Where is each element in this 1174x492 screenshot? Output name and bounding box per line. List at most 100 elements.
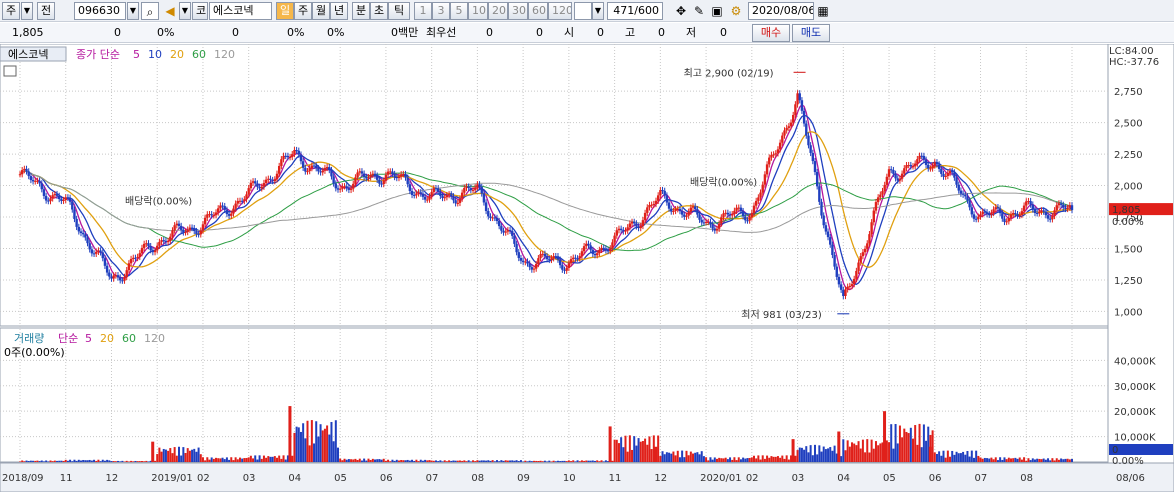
candle-body	[715, 228, 719, 231]
current-volume-label: 0	[1112, 445, 1118, 456]
volume-bar	[1057, 459, 1060, 462]
speaker-icon[interactable]: ◀	[161, 2, 179, 20]
volume-bar	[476, 460, 479, 462]
stock-code-input[interactable]: 096630	[74, 2, 126, 20]
volume-bar	[384, 460, 387, 462]
save-icon[interactable]: ▣	[708, 2, 726, 20]
period-tick-button[interactable]: 틱	[388, 2, 410, 20]
interval-120-button[interactable]: 120	[548, 2, 572, 20]
interval-60-button[interactable]: 60	[528, 2, 548, 20]
code-dropdown-icon[interactable]: ▼	[127, 2, 139, 20]
volume-bar	[528, 460, 531, 462]
candle-body	[532, 268, 536, 270]
period-second-button[interactable]: 초	[370, 2, 388, 20]
volume-bar	[572, 460, 575, 462]
candle-body	[985, 212, 989, 215]
period-day-button[interactable]: 일	[276, 2, 294, 20]
volume-bar	[210, 457, 213, 462]
candle-body	[86, 237, 89, 244]
interval-1-button[interactable]: 1	[414, 2, 432, 20]
candle-body	[693, 206, 697, 210]
period-year-button[interactable]: 년	[330, 2, 348, 20]
volume-bar	[103, 460, 106, 462]
volume-bar	[389, 461, 392, 462]
candle-body	[876, 197, 880, 203]
period-minute-button[interactable]: 분	[352, 2, 370, 20]
candle-body	[717, 223, 721, 229]
candle-body	[293, 150, 296, 155]
price-legend-name: 에스코넥	[8, 48, 48, 61]
candle-body	[1022, 205, 1026, 212]
chart-area[interactable]: 2018/09 11 12 2019/01 02 03 04 05 06 07 08 09 10 11 12…	[0, 44, 1174, 492]
volume-bar	[530, 461, 533, 462]
interval-30-button[interactable]: 30	[508, 2, 528, 20]
candle-body	[434, 188, 438, 190]
candle-body	[920, 155, 923, 157]
date-input[interactable]: 2020/08/06	[748, 2, 814, 20]
candle-body	[530, 267, 534, 270]
volume-bar	[428, 460, 431, 462]
interval-dropdown-icon[interactable]: ▼	[592, 2, 604, 20]
volume-bar	[750, 457, 753, 462]
tools-icon[interactable]: ✎	[690, 2, 708, 20]
volume-bar	[114, 461, 117, 462]
period-selector[interactable]: 주	[2, 2, 20, 20]
volume-bar	[77, 459, 80, 462]
x-axis-label: 06	[929, 473, 942, 484]
candle-body	[582, 246, 586, 252]
interval-custom-input[interactable]	[574, 2, 592, 20]
volume-bar	[1025, 460, 1028, 462]
interval-5-button[interactable]: 5	[450, 2, 468, 20]
volume-bar	[770, 456, 773, 462]
volume-bar	[676, 450, 679, 462]
sell-button[interactable]: 매도	[792, 24, 830, 42]
volume-bar	[912, 438, 915, 462]
interval-20-button[interactable]: 20	[488, 2, 508, 20]
dividend-annotation: 배당락(0.00%)	[690, 177, 757, 189]
volume-bar	[400, 459, 403, 462]
prev-button[interactable]: 전	[37, 2, 55, 20]
volume-bar	[853, 443, 856, 462]
count-input[interactable]: 471/600	[607, 2, 663, 20]
chevron-down-icon[interactable]: ▼	[21, 2, 33, 20]
price-legend-ma: 종가 단순	[76, 48, 120, 61]
candle-body	[833, 254, 836, 267]
candle-body	[696, 209, 699, 215]
interval-10-button[interactable]: 10	[468, 2, 488, 20]
volume-bar	[432, 460, 435, 462]
volume-bar	[999, 457, 1002, 462]
pin-icon[interactable]: ✥	[672, 2, 690, 20]
volume-bar	[73, 459, 76, 462]
volume-bar	[40, 460, 43, 462]
candle-body	[454, 200, 457, 204]
search-icon[interactable]: ⌕	[141, 2, 159, 20]
candle-body	[55, 194, 59, 196]
volume-bar	[543, 460, 546, 462]
period-week-button[interactable]: 주	[294, 2, 312, 20]
candle-body	[354, 177, 357, 184]
volume-bar	[177, 446, 180, 462]
volume-bar	[419, 459, 422, 462]
volume-bar	[156, 454, 159, 462]
volume-bar	[567, 460, 570, 462]
interval-3-button[interactable]: 3	[432, 2, 450, 20]
candle-body	[426, 199, 429, 201]
volume-bar	[306, 420, 309, 462]
volume-bar	[602, 461, 605, 462]
volume-bar	[1005, 459, 1008, 462]
volume-bar	[748, 457, 751, 462]
gear-icon[interactable]: ⚙	[727, 2, 745, 20]
buy-button[interactable]: 매수	[752, 24, 790, 42]
speaker-dropdown-icon[interactable]: ▼	[179, 2, 191, 20]
candle-body	[754, 200, 758, 206]
volume-bar	[591, 460, 594, 462]
volume-bar	[454, 460, 457, 462]
candle-body	[1033, 209, 1037, 213]
period-month-button[interactable]: 월	[312, 2, 330, 20]
candle-body	[92, 253, 96, 255]
calendar-icon[interactable]: ▦	[814, 2, 832, 20]
candle-body	[160, 240, 163, 242]
candle-body	[726, 212, 730, 215]
volume-bar	[757, 455, 760, 462]
lc-label: LC:84.00	[1109, 46, 1154, 57]
